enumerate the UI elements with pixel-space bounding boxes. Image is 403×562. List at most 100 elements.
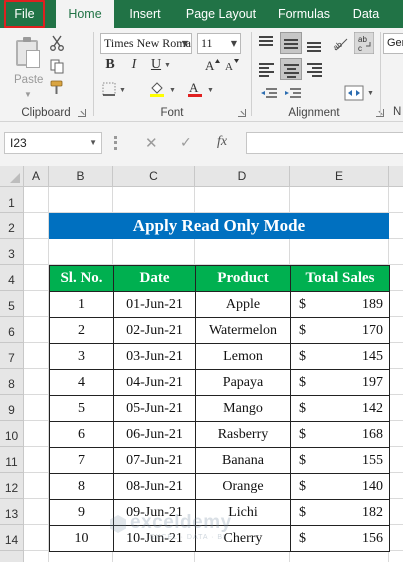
tab-data[interactable]: Data (345, 0, 387, 28)
align-middle-icon[interactable] (280, 32, 302, 54)
tab-home[interactable]: Home (56, 0, 114, 28)
decrease-indent-icon[interactable] (260, 86, 278, 102)
cell-sl-no[interactable]: 10 (49, 525, 114, 552)
cell-sl-no[interactable]: 4 (49, 369, 114, 396)
merge-center-icon[interactable] (344, 84, 366, 102)
italic-icon[interactable]: I (126, 57, 142, 73)
select-all-button[interactable] (0, 166, 24, 187)
column-header-f[interactable] (389, 166, 403, 187)
cell-date[interactable]: 03-Jun-21 (113, 343, 196, 370)
cell-total-sales[interactable]: $189 (290, 291, 390, 318)
wrap-text-icon[interactable]: ab c (354, 32, 374, 54)
cell-product[interactable]: Papaya (195, 369, 291, 396)
row-header-14[interactable]: 14 (0, 525, 24, 551)
cell-total-sales[interactable]: $140 (290, 473, 390, 500)
header-sl-no[interactable]: Sl. No. (49, 265, 114, 292)
row-header-1[interactable]: 1 (0, 187, 24, 213)
row-header-10[interactable]: 10 (0, 421, 24, 447)
splitter-handle[interactable] (114, 136, 117, 150)
column-header-c[interactable]: C (113, 166, 195, 187)
row-header-8[interactable]: 8 (0, 369, 24, 395)
cell-sl-no[interactable]: 6 (49, 421, 114, 448)
row-header-13[interactable]: 13 (0, 499, 24, 525)
cell-total-sales[interactable]: $155 (290, 447, 390, 474)
bold-icon[interactable]: B (102, 57, 118, 73)
clipboard-launcher-icon[interactable] (78, 109, 86, 117)
tab-formulas[interactable]: Formulas (272, 0, 336, 28)
align-left-icon[interactable] (256, 58, 278, 80)
cell-total-sales[interactable]: $197 (290, 369, 390, 396)
borders-icon[interactable] (102, 82, 116, 96)
font-color-icon[interactable]: A (186, 80, 204, 98)
row-header-15[interactable] (0, 551, 24, 562)
row-header-12[interactable]: 12 (0, 473, 24, 499)
row-header-5[interactable]: 5 (0, 291, 24, 317)
chevron-down-icon[interactable]: ▼ (119, 87, 126, 94)
row-header-6[interactable]: 6 (0, 317, 24, 343)
font-size-combo[interactable]: 11 ▼ (197, 33, 241, 54)
copy-icon[interactable] (49, 58, 65, 74)
cell-sl-no[interactable]: 7 (49, 447, 114, 474)
cell-date[interactable]: 05-Jun-21 (113, 395, 196, 422)
cell-product[interactable]: Banana (195, 447, 291, 474)
row-header-3[interactable]: 3 (0, 239, 24, 265)
cell-date[interactable]: 02-Jun-21 (113, 317, 196, 344)
cell-product[interactable]: Orange (195, 473, 291, 500)
paste-button[interactable]: Paste ▼ (4, 32, 46, 99)
font-launcher-icon[interactable] (238, 109, 246, 117)
align-right-icon[interactable] (304, 58, 326, 80)
decrease-font-icon[interactable]: A (224, 57, 240, 73)
fill-color-icon[interactable] (148, 80, 166, 98)
row-header-4[interactable]: 4 (0, 265, 24, 291)
row-header-11[interactable]: 11 (0, 447, 24, 473)
cell-product[interactable]: Lemon (195, 343, 291, 370)
tab-page-layout[interactable]: Page Layout (178, 0, 264, 28)
chevron-down-icon[interactable]: ▼ (169, 87, 176, 94)
row-header-2[interactable]: 2 (0, 213, 24, 239)
cell-product[interactable]: Rasberry (195, 421, 291, 448)
tab-file[interactable]: File (4, 0, 45, 28)
cell-product[interactable]: Watermelon (195, 317, 291, 344)
cell-total-sales[interactable]: $145 (290, 343, 390, 370)
name-box[interactable]: I23 ▼ (4, 132, 102, 154)
number-format-combo[interactable]: Gen (383, 33, 403, 54)
chevron-down-icon[interactable]: ▼ (367, 90, 374, 97)
cell-sl-no[interactable]: 3 (49, 343, 114, 370)
increase-font-icon[interactable]: A (204, 57, 220, 73)
row-header-7[interactable]: 7 (0, 343, 24, 369)
cell-total-sales[interactable]: $168 (290, 421, 390, 448)
cell-total-sales[interactable]: $156 (290, 525, 390, 552)
fx-icon[interactable]: fx (217, 134, 227, 150)
chevron-down-icon[interactable]: ▼ (207, 87, 214, 94)
cell-sl-no[interactable]: 5 (49, 395, 114, 422)
cell-date[interactable]: 07-Jun-21 (113, 447, 196, 474)
cell-sl-no[interactable]: 2 (49, 317, 114, 344)
column-header-b[interactable]: B (49, 166, 113, 187)
font-name-combo[interactable]: Times New Roman ▼ (100, 33, 192, 54)
enter-icon[interactable]: ✓ (180, 134, 192, 151)
cell-sl-no[interactable]: 8 (49, 473, 114, 500)
cell-date[interactable]: 06-Jun-21 (113, 421, 196, 448)
tab-insert[interactable]: Insert (122, 0, 168, 28)
cut-icon[interactable] (49, 35, 65, 51)
column-header-d[interactable]: D (195, 166, 290, 187)
chevron-down-icon[interactable]: ▼ (89, 133, 97, 153)
cell-date[interactable]: 08-Jun-21 (113, 473, 196, 500)
cell-sl-no[interactable]: 9 (49, 499, 114, 526)
header-total-sales[interactable]: Total Sales (290, 265, 390, 292)
cell-total-sales[interactable]: $170 (290, 317, 390, 344)
cell-product[interactable]: Mango (195, 395, 291, 422)
cancel-icon[interactable]: ✕ (145, 134, 158, 152)
increase-indent-icon[interactable] (284, 86, 302, 102)
format-painter-icon[interactable] (49, 80, 65, 96)
align-center-icon[interactable] (280, 58, 302, 80)
align-top-icon[interactable] (256, 32, 278, 54)
cell-total-sales[interactable]: $142 (290, 395, 390, 422)
cell-total-sales[interactable]: $182 (290, 499, 390, 526)
chevron-down-icon[interactable]: ▼ (164, 62, 171, 69)
cell-date[interactable]: 04-Jun-21 (113, 369, 196, 396)
header-product[interactable]: Product (195, 265, 291, 292)
underline-icon[interactable]: U (148, 57, 164, 73)
orientation-icon[interactable]: ab (330, 34, 350, 52)
cell-sl-no[interactable]: 1 (49, 291, 114, 318)
